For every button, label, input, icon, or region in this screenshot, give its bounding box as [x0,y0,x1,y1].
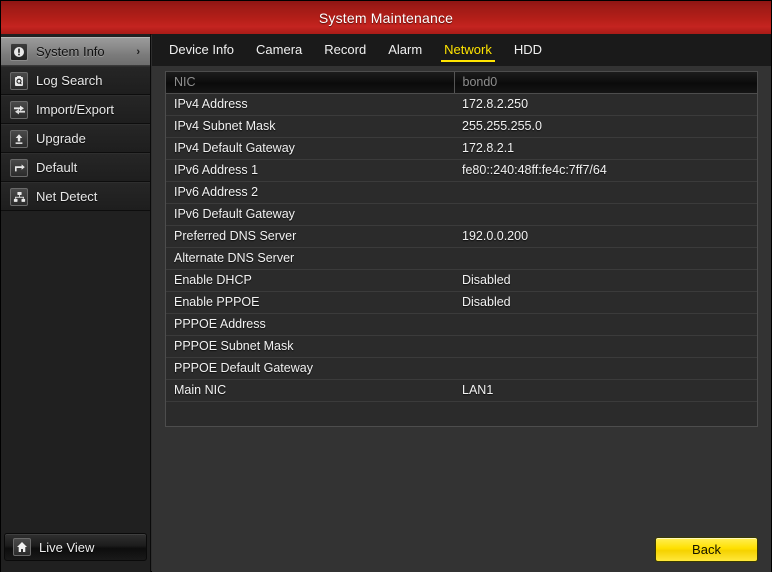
tab-alarm[interactable]: Alarm [377,37,433,63]
table-cell-value: Disabled [454,291,757,314]
back-button-label: Back [692,542,721,557]
table-cell-key: IPv4 Address [166,93,454,116]
table-row[interactable]: IPv6 Address 2 [166,181,757,204]
table-cell-value: fe80::240:48ff:fe4c:7ff7/64 [454,159,757,182]
table-header-nic: NIC [166,72,455,94]
table-row[interactable]: IPv4 Address 172.8.2.250 [166,93,757,116]
table-cell-value [454,357,757,380]
table-header-nic-value: bond0 [454,72,757,94]
tab-camera[interactable]: Camera [245,37,313,63]
content-panel: Device Info Camera Record Alarm Network HDD N… [152,34,771,572]
sidebar-item-upgrade[interactable]: Upgrade [1,124,150,153]
table-cell-value: 172.8.2.250 [454,93,757,116]
back-button[interactable]: Back [655,537,758,562]
sidebar-item-system-info[interactable]: System Info › [1,37,150,66]
chevron-right-icon: › [136,45,140,58]
sidebar-item-label: Upgrade [36,131,86,146]
table-row[interactable]: PPPOE Default Gateway [166,357,757,380]
sidebar-item-default[interactable]: Default [1,153,150,182]
sidebar: System Info › Log Search Import/Export Upgra… [1,34,151,572]
table-cell-value: Disabled [454,269,757,292]
table-cell-value: 172.8.2.1 [454,137,757,160]
table-cell-key: Alternate DNS Server [166,247,454,270]
restore-default-icon [10,158,28,177]
sidebar-item-label: Default [36,160,78,175]
table-row[interactable]: IPv4 Subnet Mask 255.255.255.0 [166,115,757,138]
table-cell-key [166,401,454,425]
table-cell-value: 192.0.0.200 [454,225,757,248]
log-search-icon [10,71,28,90]
table-row[interactable]: IPv6 Address 1 fe80::240:48ff:fe4c:7ff7/6… [166,159,757,182]
table-cell-key: PPPOE Default Gateway [166,357,454,380]
table-row[interactable]: Enable PPPOE Disabled [166,291,757,314]
table-row[interactable]: Main NIC LAN1 [166,379,757,402]
home-icon [13,538,31,556]
table-cell-value [454,401,757,425]
net-detect-icon [10,187,28,206]
table-cell-value: 255.255.255.0 [454,115,757,138]
window-title: System Maintenance [318,9,454,26]
sidebar-item-net-detect[interactable]: Net Detect [1,182,150,211]
table-row[interactable]: PPPOE Address [166,313,757,336]
table-row[interactable]: IPv6 Default Gateway [166,203,757,226]
table-head: NIC bond0 [166,72,757,94]
info-circle-icon [10,42,28,61]
table-cell-value [454,203,757,226]
table-cell-key: Preferred DNS Server [166,225,454,248]
upgrade-icon [10,129,28,148]
network-info-table-container: NIC bond0 IPv4 Address 172.8.2.250 IPv4 Su… [165,71,758,427]
tab-bar: Device Info Camera Record Alarm Network HDD [152,34,771,66]
table-body: IPv4 Address 172.8.2.250 IPv4 Subnet Mask 2… [166,93,757,425]
sidebar-item-log-search[interactable]: Log Search [1,66,150,95]
import-export-icon [10,100,28,119]
table-cell-value: LAN1 [454,379,757,402]
sidebar-item-import-export[interactable]: Import/Export [1,95,150,124]
live-view-button[interactable]: Live View [4,533,147,561]
table-cell-value [454,247,757,270]
table-header-row: NIC bond0 [166,72,757,94]
table-row[interactable]: Enable DHCP Disabled [166,269,757,292]
sidebar-item-label: Log Search [36,73,103,88]
table-row[interactable]: IPv4 Default Gateway 172.8.2.1 [166,137,757,160]
table-cell-key: Enable PPPOE [166,291,454,314]
table-cell-value [454,313,757,336]
table-row[interactable]: Alternate DNS Server [166,247,757,270]
table-cell-value [454,335,757,358]
network-info-table: NIC bond0 IPv4 Address 172.8.2.250 IPv4 Su… [166,72,757,425]
table-row-empty[interactable] [166,401,757,425]
table-cell-key: Main NIC [166,379,454,402]
table-cell-key: IPv4 Default Gateway [166,137,454,160]
sidebar-item-label: Import/Export [36,102,115,117]
tab-network[interactable]: Network [433,37,503,63]
table-cell-key: IPv6 Address 1 [166,159,454,182]
table-cell-key: IPv6 Default Gateway [166,203,454,226]
tab-record[interactable]: Record [313,37,377,63]
live-view-label: Live View [39,539,95,555]
sidebar-item-label: Net Detect [36,189,98,204]
window-titlebar: System Maintenance [1,1,771,35]
sidebar-item-label: System Info [36,44,105,59]
table-cell-key: Enable DHCP [166,269,454,292]
sidebar-menu-list: System Info › Log Search Import/Export Upgra… [1,37,150,211]
tab-device-info[interactable]: Device Info [158,37,245,63]
table-cell-key: PPPOE Address [166,313,454,336]
table-row[interactable]: PPPOE Subnet Mask [166,335,757,358]
table-cell-key: PPPOE Subnet Mask [166,335,454,358]
table-row[interactable]: Preferred DNS Server 192.0.0.200 [166,225,757,248]
table-cell-value [454,181,757,204]
tab-hdd[interactable]: HDD [503,37,553,63]
table-cell-key: IPv6 Address 2 [166,181,454,204]
table-cell-key: IPv4 Subnet Mask [166,115,454,138]
system-maintenance-window: System Maintenance System Info › Log Searc… [0,0,772,572]
